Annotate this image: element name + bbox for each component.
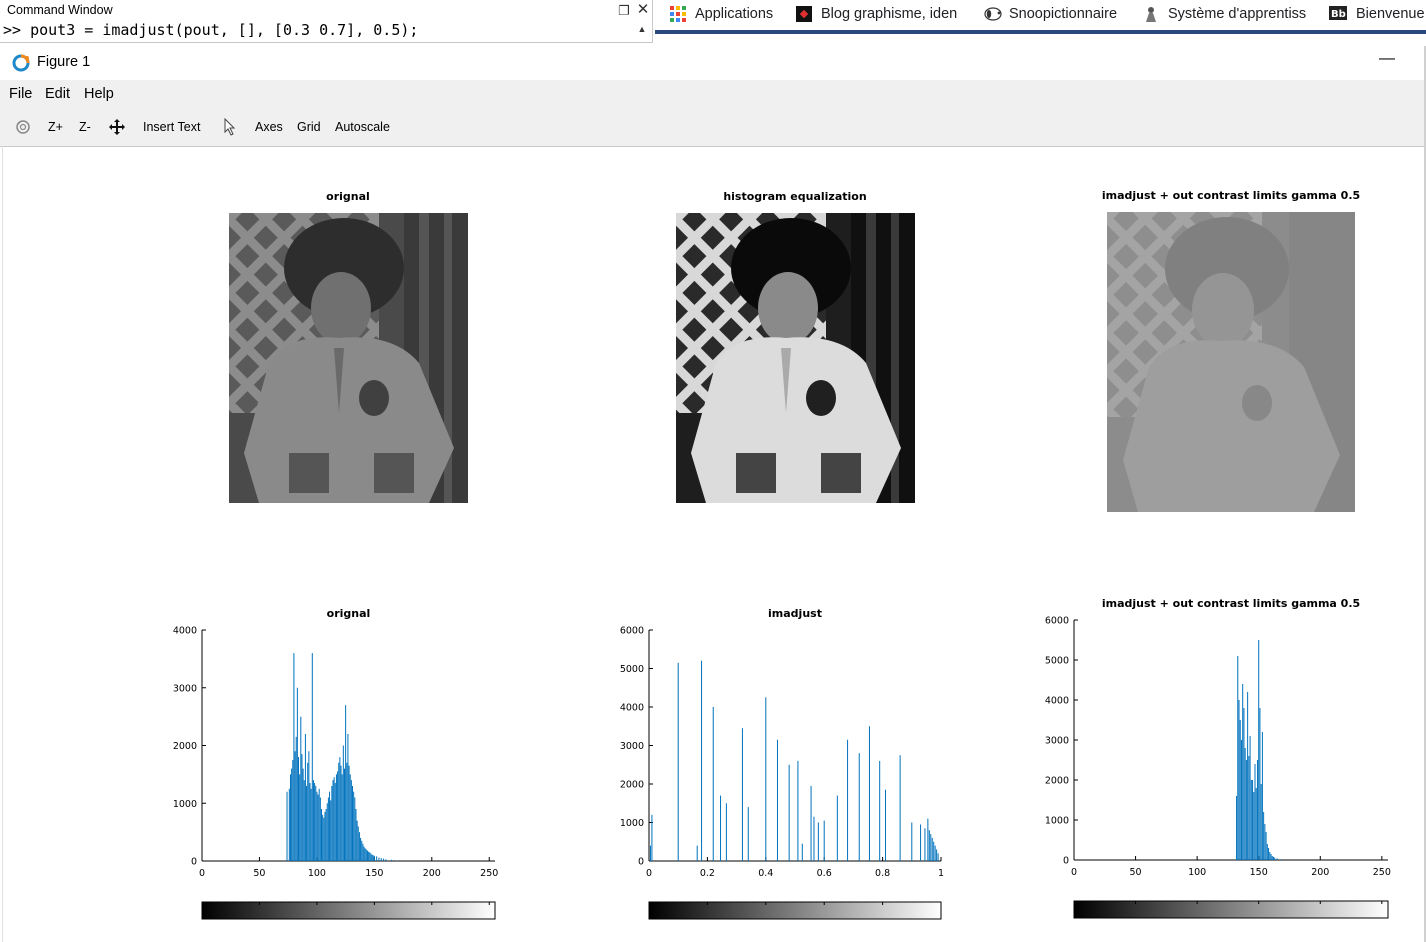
- y-tick-label: 3000: [1045, 736, 1069, 747]
- x-tick-label: 0: [1071, 867, 1077, 878]
- x-tick-label: 200: [1311, 867, 1329, 878]
- chart-title: imadjust + out contrast limits gamma 0.5: [1102, 597, 1360, 610]
- y-tick-label: 0: [1063, 856, 1069, 867]
- close-icon[interactable]: ✕: [636, 2, 650, 18]
- y-tick-label: 5000: [1045, 656, 1069, 667]
- figure-title: Figure 1: [37, 54, 91, 70]
- bookmark-applications[interactable]: Applications: [670, 4, 773, 24]
- x-tick-label: 200: [423, 868, 441, 879]
- apps-grid-icon: [670, 6, 686, 22]
- bookmark-blog[interactable]: Blog graphisme, iden: [796, 4, 966, 24]
- y-tick-label: 0: [191, 857, 197, 868]
- menu-edit[interactable]: Edit: [45, 86, 70, 102]
- zoom-out-button[interactable]: Z-: [79, 120, 91, 134]
- select-pointer-icon[interactable]: [223, 117, 237, 139]
- y-tick-label: 2000: [1045, 776, 1069, 787]
- window-border: [2, 146, 3, 942]
- image-title-equalized: histogram equalization: [723, 190, 867, 203]
- x-tick-label: 0.8: [875, 868, 890, 879]
- scroll-up-icon[interactable]: ▲: [636, 24, 648, 36]
- command-window: Command Window >> pout3 = imadjust(pout,…: [0, 0, 653, 43]
- bookmark-label: Snoopictionnaire: [1009, 6, 1118, 22]
- menu-file[interactable]: File: [9, 86, 32, 102]
- svg-text:Bb: Bb: [1331, 9, 1346, 20]
- y-tick-label: 0: [638, 857, 644, 868]
- bookmark-learning-system[interactable]: Système d'apprentiss: [1143, 4, 1313, 24]
- figure-titlebar: Figure 1 —: [0, 46, 1426, 80]
- colorbar: [201, 901, 496, 920]
- x-tick-label: 0: [646, 868, 652, 879]
- restore-icon[interactable]: ❐: [617, 4, 631, 18]
- y-tick-label: 1000: [173, 799, 197, 810]
- y-tick-label: 6000: [1045, 616, 1069, 627]
- axes-button[interactable]: Axes: [255, 120, 283, 134]
- colorbar: [648, 901, 942, 920]
- figure-toolbar: Z+ Z- Insert Text Axes Grid Autoscale: [0, 108, 1426, 147]
- octave-logo-icon: [12, 54, 30, 72]
- y-tick-label: 4000: [173, 626, 197, 637]
- image-original: [229, 213, 468, 503]
- x-tick-label: 250: [480, 868, 498, 879]
- y-tick-label: 1000: [620, 818, 644, 829]
- y-tick-label: 1000: [1045, 816, 1069, 827]
- minimize-icon[interactable]: —: [1378, 51, 1396, 68]
- y-tick-label: 5000: [620, 664, 644, 675]
- chart-title: imadjust: [768, 607, 822, 620]
- autoscale-button[interactable]: Autoscale: [335, 120, 390, 134]
- y-tick-label: 3000: [620, 741, 644, 752]
- x-tick-label: 1: [938, 868, 944, 879]
- menu-bar: File Edit Help: [0, 80, 1426, 108]
- command-window-title: Command Window: [7, 3, 113, 17]
- learning-system-icon: [1143, 6, 1159, 22]
- x-tick-label: 50: [253, 868, 265, 879]
- rotate-icon[interactable]: [15, 119, 31, 138]
- image-title-adjusted: imadjust + out contrast limits gamma 0.5: [1101, 189, 1361, 202]
- image-title-original: orignal: [326, 190, 370, 203]
- snoopy-icon: [984, 6, 1002, 22]
- x-tick-label: 0.2: [700, 868, 715, 879]
- histogram-original: orignal 0 1000 2000 3000 4000 0 50 100 150 200 250: [173, 607, 498, 920]
- image-histogram-equalized: [676, 213, 915, 503]
- x-tick-label: 100: [308, 868, 326, 879]
- histogram-imadjust-gamma: imadjust + out contrast limits gamma 0.5…: [1045, 597, 1391, 919]
- y-tick-label: 2000: [620, 780, 644, 791]
- x-tick-label: 150: [365, 868, 383, 879]
- image-imadjust-gamma: [1107, 212, 1355, 512]
- x-tick-label: 250: [1373, 867, 1391, 878]
- chart-title: orignal: [327, 607, 371, 620]
- y-tick-label: 2000: [173, 741, 197, 752]
- blog-icon: [796, 6, 812, 22]
- x-tick-label: 0.6: [817, 868, 832, 879]
- bookmark-label: Système d'apprentiss: [1168, 6, 1307, 22]
- y-tick-label: 4000: [620, 703, 644, 714]
- y-tick-label: 3000: [173, 683, 197, 694]
- bookmark-label: Bienvenue: [1356, 6, 1425, 22]
- x-tick-label: 100: [1188, 867, 1206, 878]
- colorbar: [1073, 900, 1389, 919]
- grid-button[interactable]: Grid: [297, 120, 321, 134]
- x-tick-label: 50: [1130, 867, 1142, 878]
- pan-icon[interactable]: [108, 118, 126, 139]
- insert-text-button[interactable]: Insert Text: [143, 120, 200, 134]
- zoom-in-button[interactable]: Z+: [48, 120, 63, 134]
- bookmarks-bar: Applications Blog graphisme, iden Snoopi…: [655, 0, 1426, 34]
- bookmark-label: Applications: [695, 6, 774, 22]
- bookmark-snoopictionnaire[interactable]: Snoopictionnaire: [984, 4, 1117, 24]
- x-tick-label: 150: [1250, 867, 1268, 878]
- y-tick-label: 6000: [620, 626, 644, 637]
- y-tick-label: 4000: [1045, 696, 1069, 707]
- menu-help[interactable]: Help: [84, 86, 114, 102]
- blackboard-icon: Bb: [1329, 6, 1347, 22]
- bookmark-bienvenue[interactable]: Bb Bienvenue: [1329, 4, 1426, 24]
- command-line[interactable]: >> pout3 = imadjust(pout, [], [0.3 0.7],…: [3, 21, 418, 39]
- bookmark-label: Blog graphisme, iden: [821, 6, 958, 22]
- histogram-imadjust: imadjust 0 1000 2000 3000 4000 5000 6000 0 0.2 0.4…: [620, 607, 944, 920]
- x-tick-label: 0: [199, 868, 205, 879]
- x-tick-label: 0.4: [758, 868, 773, 879]
